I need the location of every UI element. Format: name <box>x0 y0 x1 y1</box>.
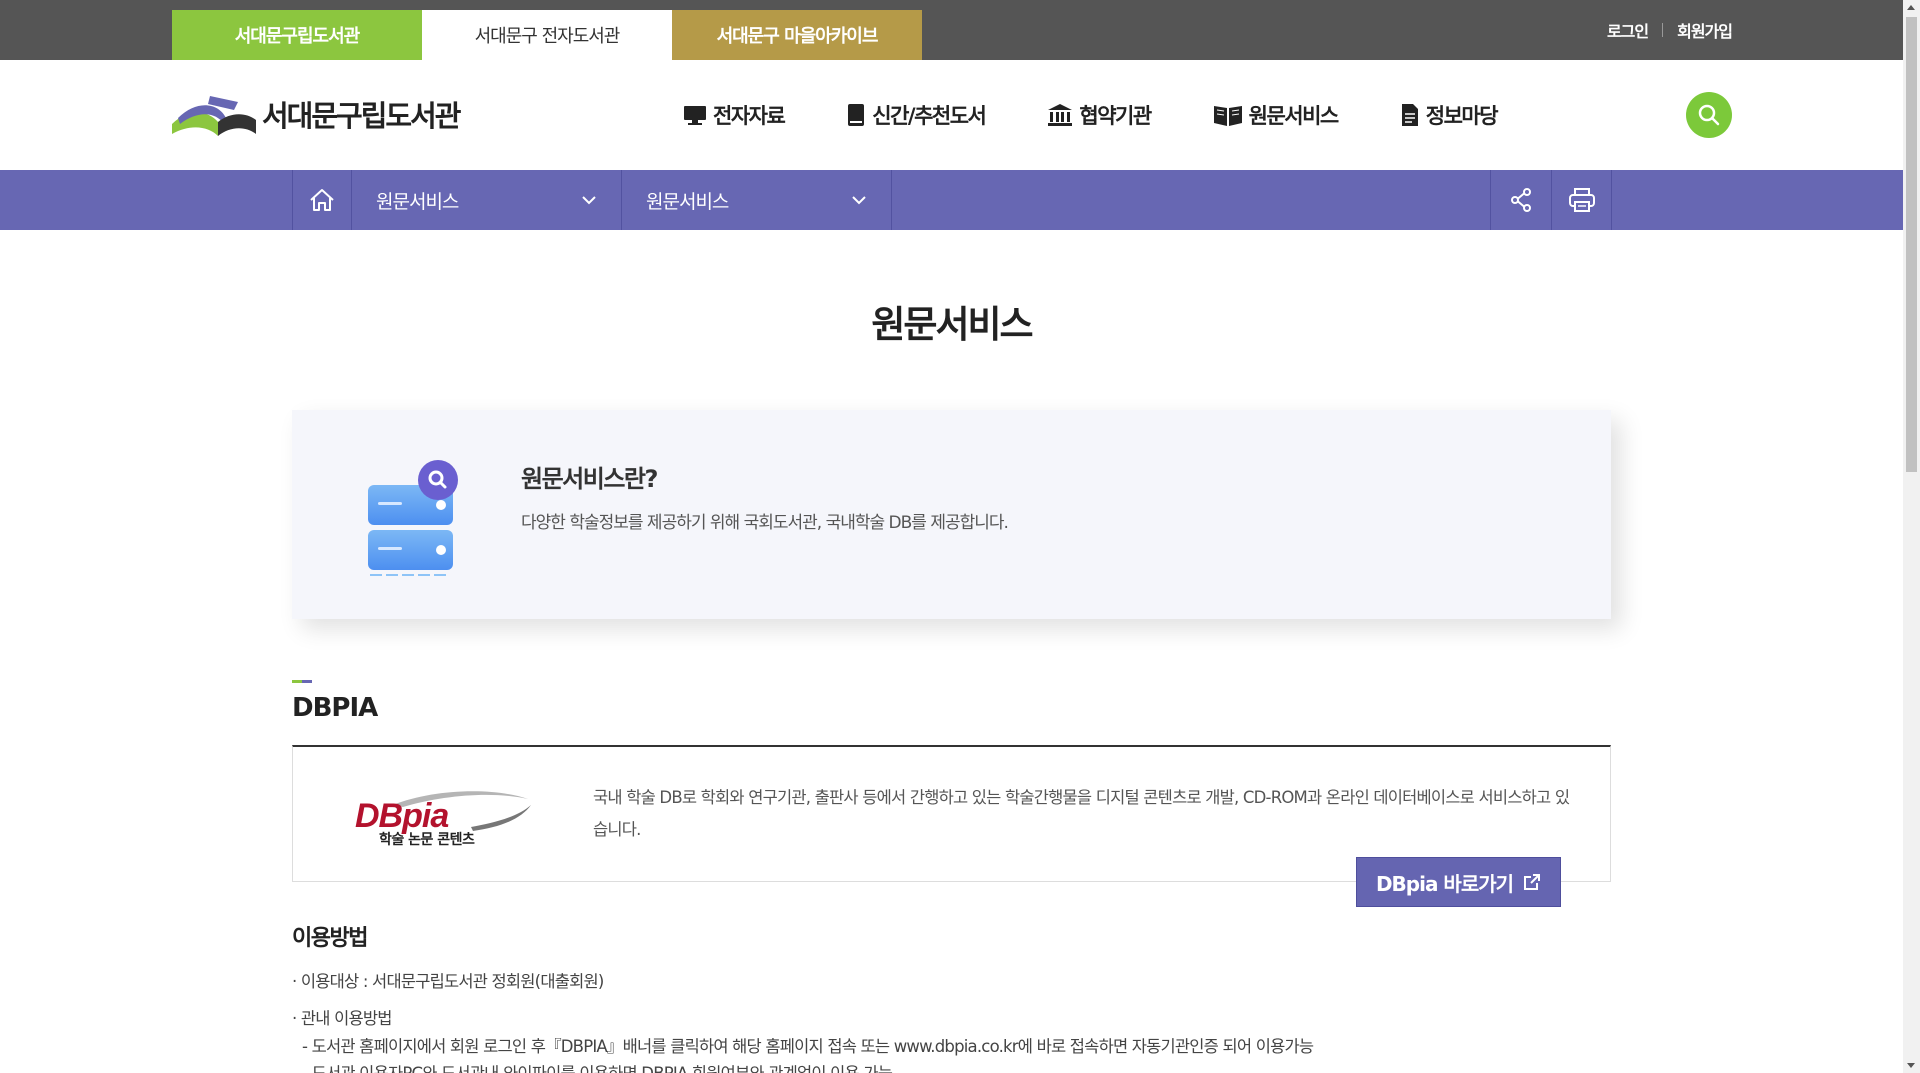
home-button[interactable] <box>292 170 352 230</box>
book-icon <box>848 104 865 126</box>
site-tab-village-archive[interactable]: 서대문구 마을아카이브 <box>672 10 922 60</box>
intro-description: 다양한 학술정보를 제공하기 위해 국회도서관, 국내학술 DB를 제공합니다. <box>521 513 1009 533</box>
database-search-icon <box>352 460 462 580</box>
header: 서대문구립도서관 전자자료 신간/추천도서 협약기관 원문서비스 정보마당 <box>0 60 1903 170</box>
nav-label: 원문서비스 <box>1248 104 1340 128</box>
usage-line: - 도서관 이용자PC와 도서관내 와이파이를 이용하면 DBPIA 회원여부와… <box>292 1060 893 1073</box>
dbpia-logo-caption: 학술 논문 콘텐츠 <box>379 832 475 848</box>
logo-text: 서대문구립도서관 <box>262 99 461 133</box>
nav-label: 협약기관 <box>1079 104 1152 128</box>
scrollbar[interactable] <box>1903 0 1920 1073</box>
search-button[interactable] <box>1686 92 1732 138</box>
chevron-down-icon <box>852 196 866 205</box>
home-icon <box>310 189 334 211</box>
chevron-down-icon <box>582 196 596 205</box>
nav-item-partner-institutions[interactable]: 협약기관 <box>1047 100 1152 130</box>
share-button[interactable] <box>1490 170 1551 230</box>
site-tab-ebook-library[interactable]: 서대문구 전자도서관 <box>422 10 672 60</box>
monitor-icon <box>684 106 706 125</box>
nav-item-e-resources[interactable]: 전자자료 <box>683 100 786 130</box>
search-icon <box>1698 104 1720 126</box>
nav-label: 전자자료 <box>713 104 786 128</box>
external-link-icon <box>1524 874 1541 890</box>
nav-label: 신간/추천도서 <box>872 104 987 128</box>
location-depth2-label: 원문서비스 <box>646 190 729 213</box>
institution-icon <box>1048 104 1073 126</box>
library-logo-icon <box>172 96 256 136</box>
open-book-icon <box>1213 106 1242 126</box>
print-button[interactable] <box>1551 170 1612 230</box>
site-tab-library[interactable]: 서대문구립도서관 <box>172 10 422 60</box>
divider <box>1662 23 1664 37</box>
usage-title: 이용방법 <box>292 926 368 951</box>
dbpia-logo: DBpia 학술 논문 콘텐츠 <box>353 785 533 854</box>
section-title-mark <box>292 680 312 683</box>
usage-line: · 이용대상 : 서대문구립도서관 정회원(대출회원) <box>292 972 604 991</box>
share-icon <box>1511 188 1531 212</box>
nav-item-new-books[interactable]: 신간/추천도서 <box>846 100 987 130</box>
dbpia-shortcut-button[interactable]: DBpia 바로가기 <box>1356 857 1561 907</box>
intro-title: 원문서비스란? <box>521 465 658 493</box>
location-depth2-dropdown[interactable]: 원문서비스 <box>622 170 892 230</box>
usage-line: - 도서관 홈페이지에서 회원 로그인 후『DBPIA』배너를 클릭하여 해당 … <box>302 1037 1314 1056</box>
location-bar: 원문서비스 원문서비스 <box>0 170 1903 230</box>
util-menu: 로그인 회원가입 <box>1607 18 1733 42</box>
scroll-down-arrow-icon[interactable] <box>1907 1063 1915 1068</box>
top-bar: 서대문구립도서관 서대문구 전자도서관 서대문구 마을아카이브 로그인 회원가입 <box>0 0 1903 60</box>
location-depth1-label: 원문서비스 <box>376 190 459 213</box>
site-logo[interactable]: 서대문구립도서관 <box>168 88 461 140</box>
main-nav: 전자자료 신간/추천도서 협약기관 원문서비스 정보마당 <box>683 100 1559 130</box>
scroll-thumb[interactable] <box>1906 17 1917 472</box>
nav-item-info[interactable]: 정보마당 <box>1400 100 1499 130</box>
dbpia-shortcut-label: DBpia 바로가기 <box>1375 871 1514 896</box>
location-depth1-dropdown[interactable]: 원문서비스 <box>352 170 622 230</box>
intro-box: 원문서비스란? 다양한 학술정보를 제공하기 위해 국회도서관, 국내학술 DB… <box>292 410 1611 619</box>
print-icon <box>1568 188 1595 212</box>
login-link[interactable]: 로그인 <box>1607 18 1649 42</box>
nav-item-fulltext-service[interactable]: 원문서비스 <box>1213 100 1340 130</box>
section-title: DBPIA <box>292 693 378 723</box>
usage-line: · 관내 이용방법 <box>292 1009 392 1028</box>
join-link[interactable]: 회원가입 <box>1677 18 1733 42</box>
document-icon <box>1401 104 1418 126</box>
dbpia-description: 국내 학술 DB로 학회와 연구기관, 출판사 등에서 간행하고 있는 학술간행… <box>593 788 1570 839</box>
page-title: 원문서비스 <box>871 303 1033 346</box>
scroll-up-arrow-icon[interactable] <box>1907 5 1915 10</box>
nav-label: 정보마당 <box>1425 104 1499 128</box>
